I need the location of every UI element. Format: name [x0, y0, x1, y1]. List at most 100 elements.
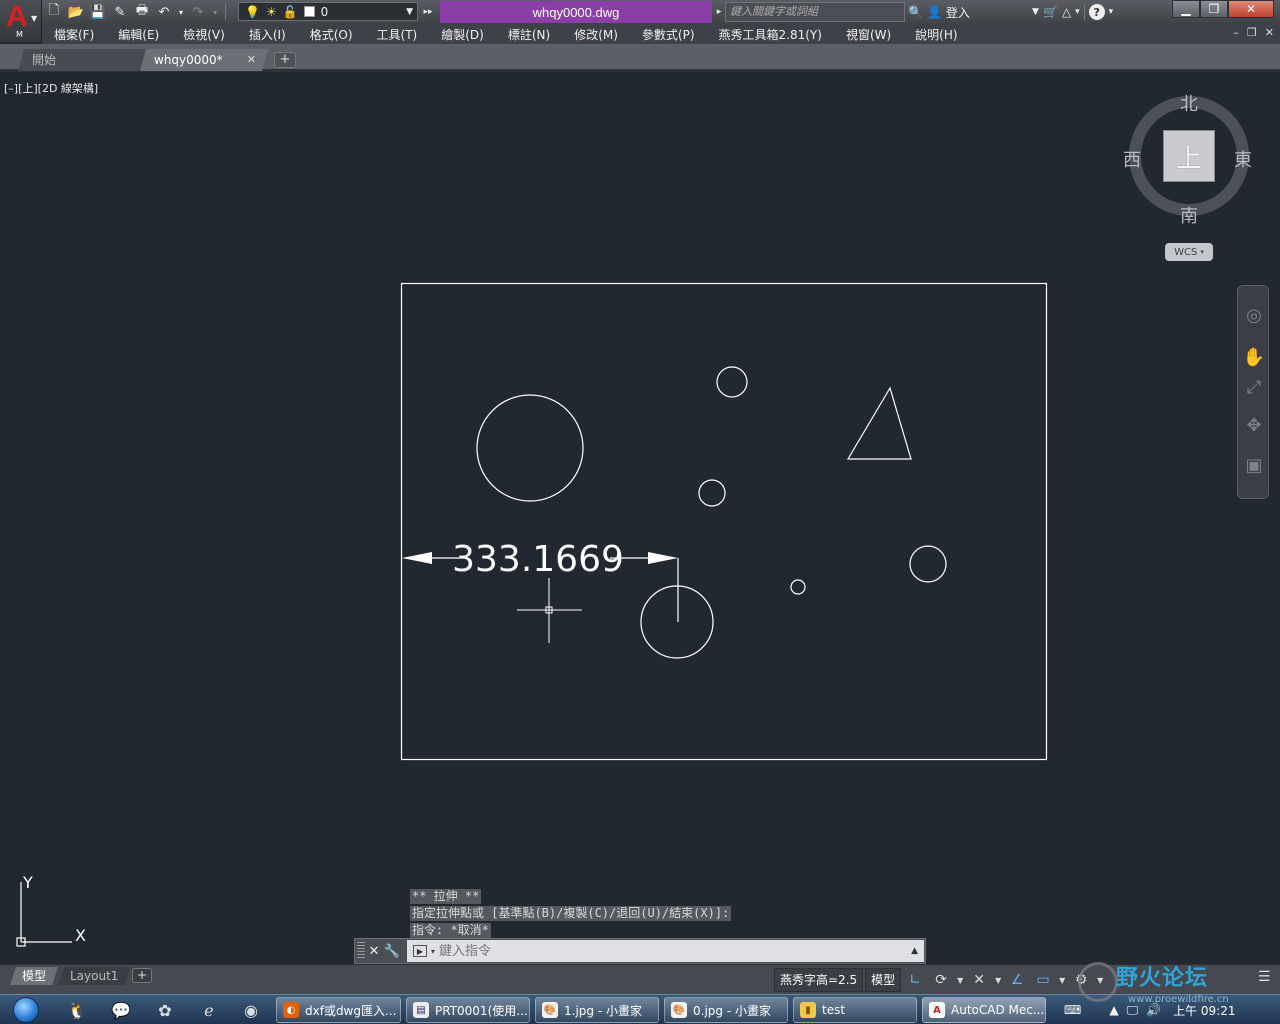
redo-icon[interactable]: ↷	[188, 2, 208, 22]
restore-icon[interactable]: ❐	[1200, 0, 1228, 18]
circle-tiny[interactable]	[790, 579, 806, 595]
help-icon[interactable]: ?	[1088, 4, 1105, 20]
taskbar-item-prt[interactable]: ▤ PRT0001(使用...	[406, 997, 530, 1023]
command-prompt-icon[interactable]: ▶	[413, 945, 427, 957]
undo-dropdown-icon[interactable]: ▾	[176, 2, 186, 22]
chevron-up-icon[interactable]: ▲	[911, 946, 918, 956]
chevron-down-icon[interactable]: ▾	[1109, 7, 1114, 17]
open-file-icon[interactable]: 📂	[66, 2, 86, 22]
tab-document[interactable]: whqy0000* ✕	[140, 49, 268, 71]
save-as-icon[interactable]: ✎	[110, 2, 130, 22]
view-cube-top-face[interactable]: 上	[1163, 130, 1215, 182]
chrome-icon[interactable]: ◉	[232, 998, 270, 1022]
circle-small-top[interactable]	[716, 366, 748, 398]
a360-icon[interactable]: △	[1062, 5, 1071, 19]
model-space-button[interactable]: 模型	[865, 968, 902, 992]
chevron-down-icon[interactable]: ▼	[1057, 976, 1067, 985]
undo-icon[interactable]: ↶	[154, 2, 174, 22]
search-expand-icon[interactable]: ▸	[713, 2, 725, 22]
chevron-down-icon[interactable]: ▾	[1075, 7, 1080, 17]
dimension-text[interactable]: 333.1669	[452, 539, 624, 580]
circle-large[interactable]	[476, 394, 584, 502]
border-rectangle[interactable]	[400, 282, 1048, 761]
text-height-status[interactable]: 燕秀字高=2.5	[774, 968, 864, 992]
qq-icon[interactable]: 🐧	[58, 998, 96, 1022]
menu-modify[interactable]: 修改(M)	[562, 26, 630, 43]
expand-toolbar-icon[interactable]: ▸▸	[420, 2, 436, 21]
binoculars-icon[interactable]: 🔍	[908, 5, 923, 19]
redo-dropdown-icon[interactable]: ▾	[210, 2, 220, 22]
layout-tab-layout1[interactable]: Layout1	[58, 967, 130, 985]
menu-help[interactable]: 說明(H)	[903, 26, 969, 43]
line-icon[interactable]: 💬	[102, 998, 140, 1022]
add-layout-button[interactable]: +	[132, 968, 152, 983]
save-icon[interactable]: 💾	[88, 2, 108, 22]
menu-parametric[interactable]: 參數式(P)	[630, 26, 707, 43]
network-icon[interactable]: 🖵	[1127, 1003, 1139, 1018]
pan-hand-icon[interactable]: ✋	[1241, 344, 1267, 370]
layout-tab-model[interactable]: 模型	[10, 967, 58, 985]
minimize-icon[interactable]: –	[1233, 26, 1239, 39]
compass-north[interactable]: 北	[1180, 90, 1198, 116]
new-tab-button[interactable]: +	[274, 52, 296, 68]
menu-view[interactable]: 檢視(V)	[171, 26, 237, 43]
taskbar-item-folder[interactable]: ▮ test	[793, 997, 917, 1023]
menu-window[interactable]: 視窗(W)	[834, 26, 903, 43]
circle-right[interactable]	[909, 545, 947, 583]
close-icon[interactable]: ✕	[365, 944, 383, 959]
menu-insert[interactable]: 插入(I)	[237, 26, 298, 43]
showmotion-icon[interactable]: ▣	[1241, 452, 1267, 478]
internet-explorer-icon[interactable]: ℯ	[190, 998, 228, 1022]
menu-format[interactable]: 格式(O)	[298, 26, 365, 43]
chevron-down-icon[interactable]: ▼	[993, 976, 1003, 985]
taskbar-item-paint-1[interactable]: 🎨 1.jpg - 小畫家	[535, 997, 659, 1023]
customize-menu-icon[interactable]: ☰	[1258, 969, 1276, 987]
circle-bottom[interactable]	[640, 585, 714, 659]
circle-small-middle[interactable]	[698, 479, 726, 507]
search-input[interactable]: 鍵入關鍵字或詞組	[725, 2, 905, 22]
show-hidden-icons[interactable]: ▲	[1109, 1003, 1118, 1017]
keyboard-icon[interactable]: ⌨	[1064, 1003, 1081, 1017]
view-cube[interactable]: 北 南 東 西 上 WCS ▾	[1120, 88, 1260, 268]
wcs-menu-button[interactable]: WCS ▾	[1165, 243, 1213, 261]
wrench-icon[interactable]: 🔧	[383, 944, 401, 959]
sign-in-button[interactable]: 👤 登入 ▼	[927, 4, 1039, 21]
app-pin-icon[interactable]: ✿	[146, 998, 184, 1022]
drag-handle[interactable]	[357, 942, 365, 960]
taskbar-item-autocad[interactable]: A AutoCAD Mec...	[922, 997, 1046, 1023]
tab-start[interactable]: 開始	[18, 49, 148, 71]
steering-wheel-icon[interactable]: ◎	[1241, 302, 1267, 328]
dynamic-ucs-icon[interactable]: ∠	[1005, 968, 1029, 992]
taskbar-item-paint-0[interactable]: 🎨 0.jpg - 小畫家	[664, 997, 788, 1023]
drawing-canvas[interactable]: 333.1669	[0, 74, 1280, 964]
menu-edit[interactable]: 編輯(E)	[106, 26, 171, 43]
polar-tracking-icon[interactable]: ⟳	[929, 968, 953, 992]
taskbar-item-firefox[interactable]: ◐ dxf或dwg匯入...	[276, 997, 401, 1023]
volume-icon[interactable]: 🔊	[1146, 1003, 1161, 1017]
compass-south[interactable]: 南	[1180, 202, 1198, 228]
menu-dimension[interactable]: 標註(N)	[496, 26, 562, 43]
restore-icon[interactable]: ❐	[1247, 26, 1257, 39]
triangle[interactable]	[846, 386, 912, 460]
workspace-gear-icon[interactable]: ⚙	[1069, 968, 1093, 992]
layer-dropdown[interactable]: 💡 ☀ 🔓 0 ▼	[238, 2, 418, 21]
plot-icon[interactable]: 🖶	[132, 2, 152, 22]
minimize-icon[interactable]: ▁	[1172, 0, 1200, 18]
close-icon[interactable]: ✕	[1265, 26, 1274, 39]
menu-file[interactable]: 檔案(F)	[42, 26, 106, 43]
cart-icon[interactable]: 🛒	[1043, 5, 1058, 19]
chevron-down-icon[interactable]: ▼	[1095, 976, 1105, 985]
menu-tools[interactable]: 工具(T)	[365, 26, 430, 43]
compass-west[interactable]: 西	[1123, 146, 1141, 172]
ortho-icon[interactable]: ∟	[903, 968, 927, 992]
menu-yanxiu-toolbox[interactable]: 燕秀工具箱2.81(Y)	[707, 26, 834, 43]
clock[interactable]: 上午 09:21	[1173, 1002, 1235, 1019]
chevron-down-icon[interactable]: ▼	[955, 976, 965, 985]
isodraft-icon[interactable]: ✕	[967, 968, 991, 992]
start-button[interactable]	[6, 996, 46, 1024]
zoom-extents-icon[interactable]: ⤢	[1241, 374, 1267, 400]
command-input[interactable]	[439, 943, 880, 959]
chevron-down-icon[interactable]: ▾	[431, 947, 435, 956]
application-menu-button[interactable]: A M ▼	[0, 0, 42, 42]
close-tab-icon[interactable]: ✕	[247, 49, 256, 71]
